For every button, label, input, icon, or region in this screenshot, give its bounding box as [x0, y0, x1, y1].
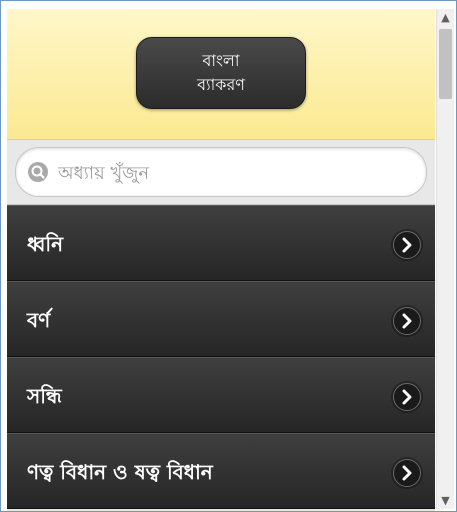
chapter-list: ধ্বনি বর্ণ সন্ধি ণত্ব বিধান ও ষত্ব বিধান: [7, 205, 435, 509]
chevron-right-icon[interactable]: [393, 383, 421, 411]
chevron-right-icon[interactable]: [393, 459, 421, 487]
app-title-line1: বাংলা: [202, 51, 240, 70]
app-content: বাংলা ব্যাকরণ ধ্বনি: [7, 9, 435, 511]
chevron-right-icon[interactable]: [393, 231, 421, 259]
chapter-label: সন্ধি: [27, 384, 62, 408]
chapter-item-sondhi[interactable]: সন্ধি: [7, 357, 435, 433]
chapter-label: ণত্ব বিধান ও ষত্ব বিধান: [27, 460, 213, 484]
search-icon: [28, 162, 48, 182]
chapter-label: বর্ণ: [27, 308, 51, 332]
chapter-item-borno[interactable]: বর্ণ: [7, 281, 435, 357]
scroll-up-arrow-icon[interactable]: ▲: [437, 9, 454, 26]
app-title-box: বাংলা ব্যাকরণ: [136, 37, 306, 109]
app-window: বাংলা ব্যাকরণ ধ্বনি: [0, 0, 457, 512]
vertical-scrollbar[interactable]: ▲ ▼: [436, 9, 454, 509]
chevron-right-icon[interactable]: [393, 307, 421, 335]
chapter-label: ধ্বনি: [27, 232, 64, 256]
scroll-down-arrow-icon[interactable]: ▼: [437, 492, 454, 509]
chapter-item-notto-shotto[interactable]: ণত্ব বিধান ও ষত্ব বিধান: [7, 433, 435, 509]
chapter-item-dhoni[interactable]: ধ্বনি: [7, 205, 435, 281]
header-banner: বাংলা ব্যাকরণ: [7, 9, 435, 140]
search-bar: [7, 140, 435, 205]
app-title-line2: ব্যাকরণ: [197, 75, 245, 94]
search-input[interactable]: [56, 154, 420, 192]
search-field[interactable]: [15, 147, 427, 197]
scrollbar-thumb[interactable]: [439, 29, 452, 99]
